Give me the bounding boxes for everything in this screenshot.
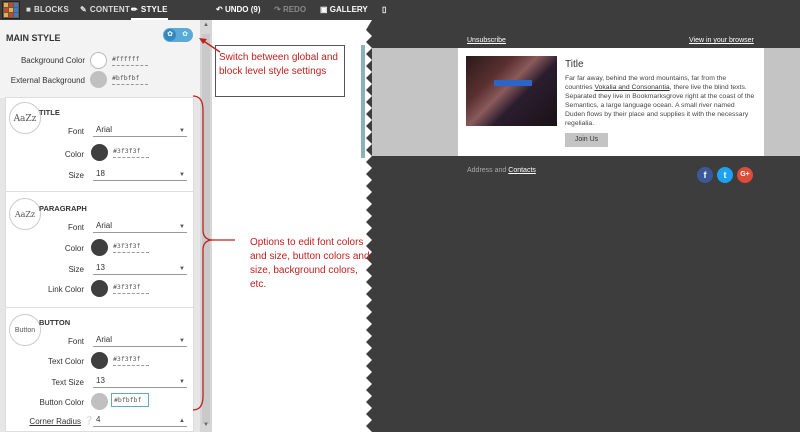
title-font-select[interactable]: Arial ▼ [93,124,187,137]
tab-content[interactable]: ✎ CONTENT [80,0,130,20]
paragraph-font-select[interactable]: Arial ▼ [93,220,187,233]
external-background-value[interactable]: #bfbfbf [112,74,148,85]
main-style-section: MAIN STYLE ✿ ✿ Background Color #ffffff … [0,20,200,98]
background-color-value[interactable]: #ffffff [112,55,148,66]
undo-icon: ↶ [216,5,223,14]
image-icon: ▣ [320,5,328,14]
external-background-right [764,48,800,156]
scroll-down-icon[interactable]: ▼ [203,422,209,428]
button-color-label: Button Color [39,398,84,407]
button-text-size-select[interactable]: 13 ▼ [93,375,187,388]
button-text-size-label: Text Size [51,378,84,387]
title-color-swatch[interactable] [91,144,108,161]
chevron-down-icon: ▼ [179,172,185,178]
title-style-card: AaZz TITLE Font Arial ▼ Color #3f3f3f Siz… [5,97,194,201]
button-card-heading: BUTTON [39,318,71,327]
gallery-button[interactable]: ▣ GALLERY [320,0,368,20]
vokalia-link[interactable]: Vokalia and Consonantia [594,84,669,91]
top-toolbar: ■ BLOCKS ✎ CONTENT ✏ STYLE ↶ UNDO (9) ↷ RED… [0,0,800,20]
mobile-preview-button[interactable]: ▯ [382,0,386,20]
paragraph-style-card: AaZz PARAGRAPH Font Arial ▼ Color #3f3f3f… [5,191,194,321]
google-plus-icon[interactable]: G+ [737,167,753,183]
view-in-browser-link[interactable]: View in your browser [689,37,754,44]
join-us-button[interactable]: Join Us [565,133,608,147]
style-panel: MAIN STYLE ✿ ✿ Background Color #ffffff … [0,20,200,432]
external-background-label: External Background [10,76,85,85]
cubes-icon: ■ [26,5,32,14]
chevron-down-icon: ▼ [179,128,185,134]
canvas-scroll-indicator[interactable] [361,45,365,158]
mobile-icon: ▯ [382,5,387,14]
button-text-color-swatch[interactable] [91,352,108,369]
scroll-up-icon[interactable]: ▲ [203,22,209,28]
corner-radius-stepper[interactable]: 4 ▲ [93,414,187,427]
paragraph-card-heading: PARAGRAPH [39,204,87,213]
email-footer-address: Address and Contacts [467,167,536,174]
pen-icon: ✎ [80,5,87,14]
paragraph-link-color-swatch[interactable] [91,280,108,297]
title-size-label: Size [68,171,84,180]
paragraph-size-label: Size [68,265,84,274]
button-color-swatch[interactable] [91,393,108,410]
email-photo[interactable] [466,56,557,126]
background-color-label: Background Color [20,56,85,65]
corner-radius-label: Corner Radius [29,417,81,426]
stepper-arrows-icon: ▲ [179,418,185,424]
title-font-label: Font [67,127,84,136]
paragraph-font-icon: AaZz [9,198,41,230]
paragraph-color-swatch[interactable] [91,239,108,256]
paragraph-link-color-value[interactable]: #3f3f3f [113,283,149,294]
options-annotation: Options to edit font colors and size, bu… [250,237,370,290]
tab-style[interactable]: ✏ STYLE [131,0,168,20]
title-color-value[interactable]: #3f3f3f [113,147,149,158]
email-block-title[interactable]: Title [565,59,584,70]
paragraph-font-label: Font [67,223,84,232]
title-font-icon: AaZz [9,102,41,134]
facebook-icon[interactable]: f [697,167,713,183]
chevron-down-icon: ▼ [179,224,185,230]
background-color-swatch[interactable] [90,52,107,69]
chevron-down-icon: ▼ [179,266,185,272]
button-style-card: Button BUTTON Font Arial ▼ Text Color #3f… [5,307,194,432]
paragraph-size-select[interactable]: 13 ▼ [93,262,187,275]
tab-blocks[interactable]: ■ BLOCKS [26,0,69,20]
twitter-icon[interactable]: t [717,167,733,183]
email-block-paragraph[interactable]: Far far away, behind the word mountains,… [565,74,755,128]
title-card-heading: TITLE [39,108,60,117]
redo-icon: ↷ [274,5,281,14]
title-size-select[interactable]: 18 ▼ [93,168,187,181]
paragraph-color-label: Color [64,244,84,253]
external-background-swatch[interactable] [90,71,107,88]
external-background-left [372,48,458,156]
unsubscribe-link[interactable]: Unsubscribe [467,37,506,44]
global-block-style-toggle[interactable]: ✿ ✿ [163,28,193,42]
paintbrush-icon: ✏ [131,5,138,14]
button-text-color-value[interactable]: #3f3f3f [113,355,149,366]
button-font-select[interactable]: Arial ▼ [93,334,187,347]
redo-button[interactable]: ↷ REDO [274,0,306,20]
annotation-arrows [192,38,235,411]
chevron-down-icon: ▼ [179,379,185,385]
paragraph-link-color-label: Link Color [47,285,84,294]
global-style-icon: ✿ [164,29,176,41]
button-text-color-label: Text Color [47,357,84,366]
contacts-link[interactable]: Contacts [508,167,536,174]
button-style-icon: Button [9,314,41,346]
chevron-down-icon: ▼ [179,338,185,344]
app-logo [2,1,20,19]
paragraph-color-value[interactable]: #3f3f3f [113,242,149,253]
undo-button[interactable]: ↶ UNDO (9) [216,0,261,20]
button-font-label: Font [67,337,84,346]
main-style-title: MAIN STYLE [6,33,61,43]
title-color-label: Color [64,150,84,159]
toggle-annotation: Switch between global and block level st… [219,52,338,77]
button-color-input[interactable]: #bfbfbf [111,393,149,407]
